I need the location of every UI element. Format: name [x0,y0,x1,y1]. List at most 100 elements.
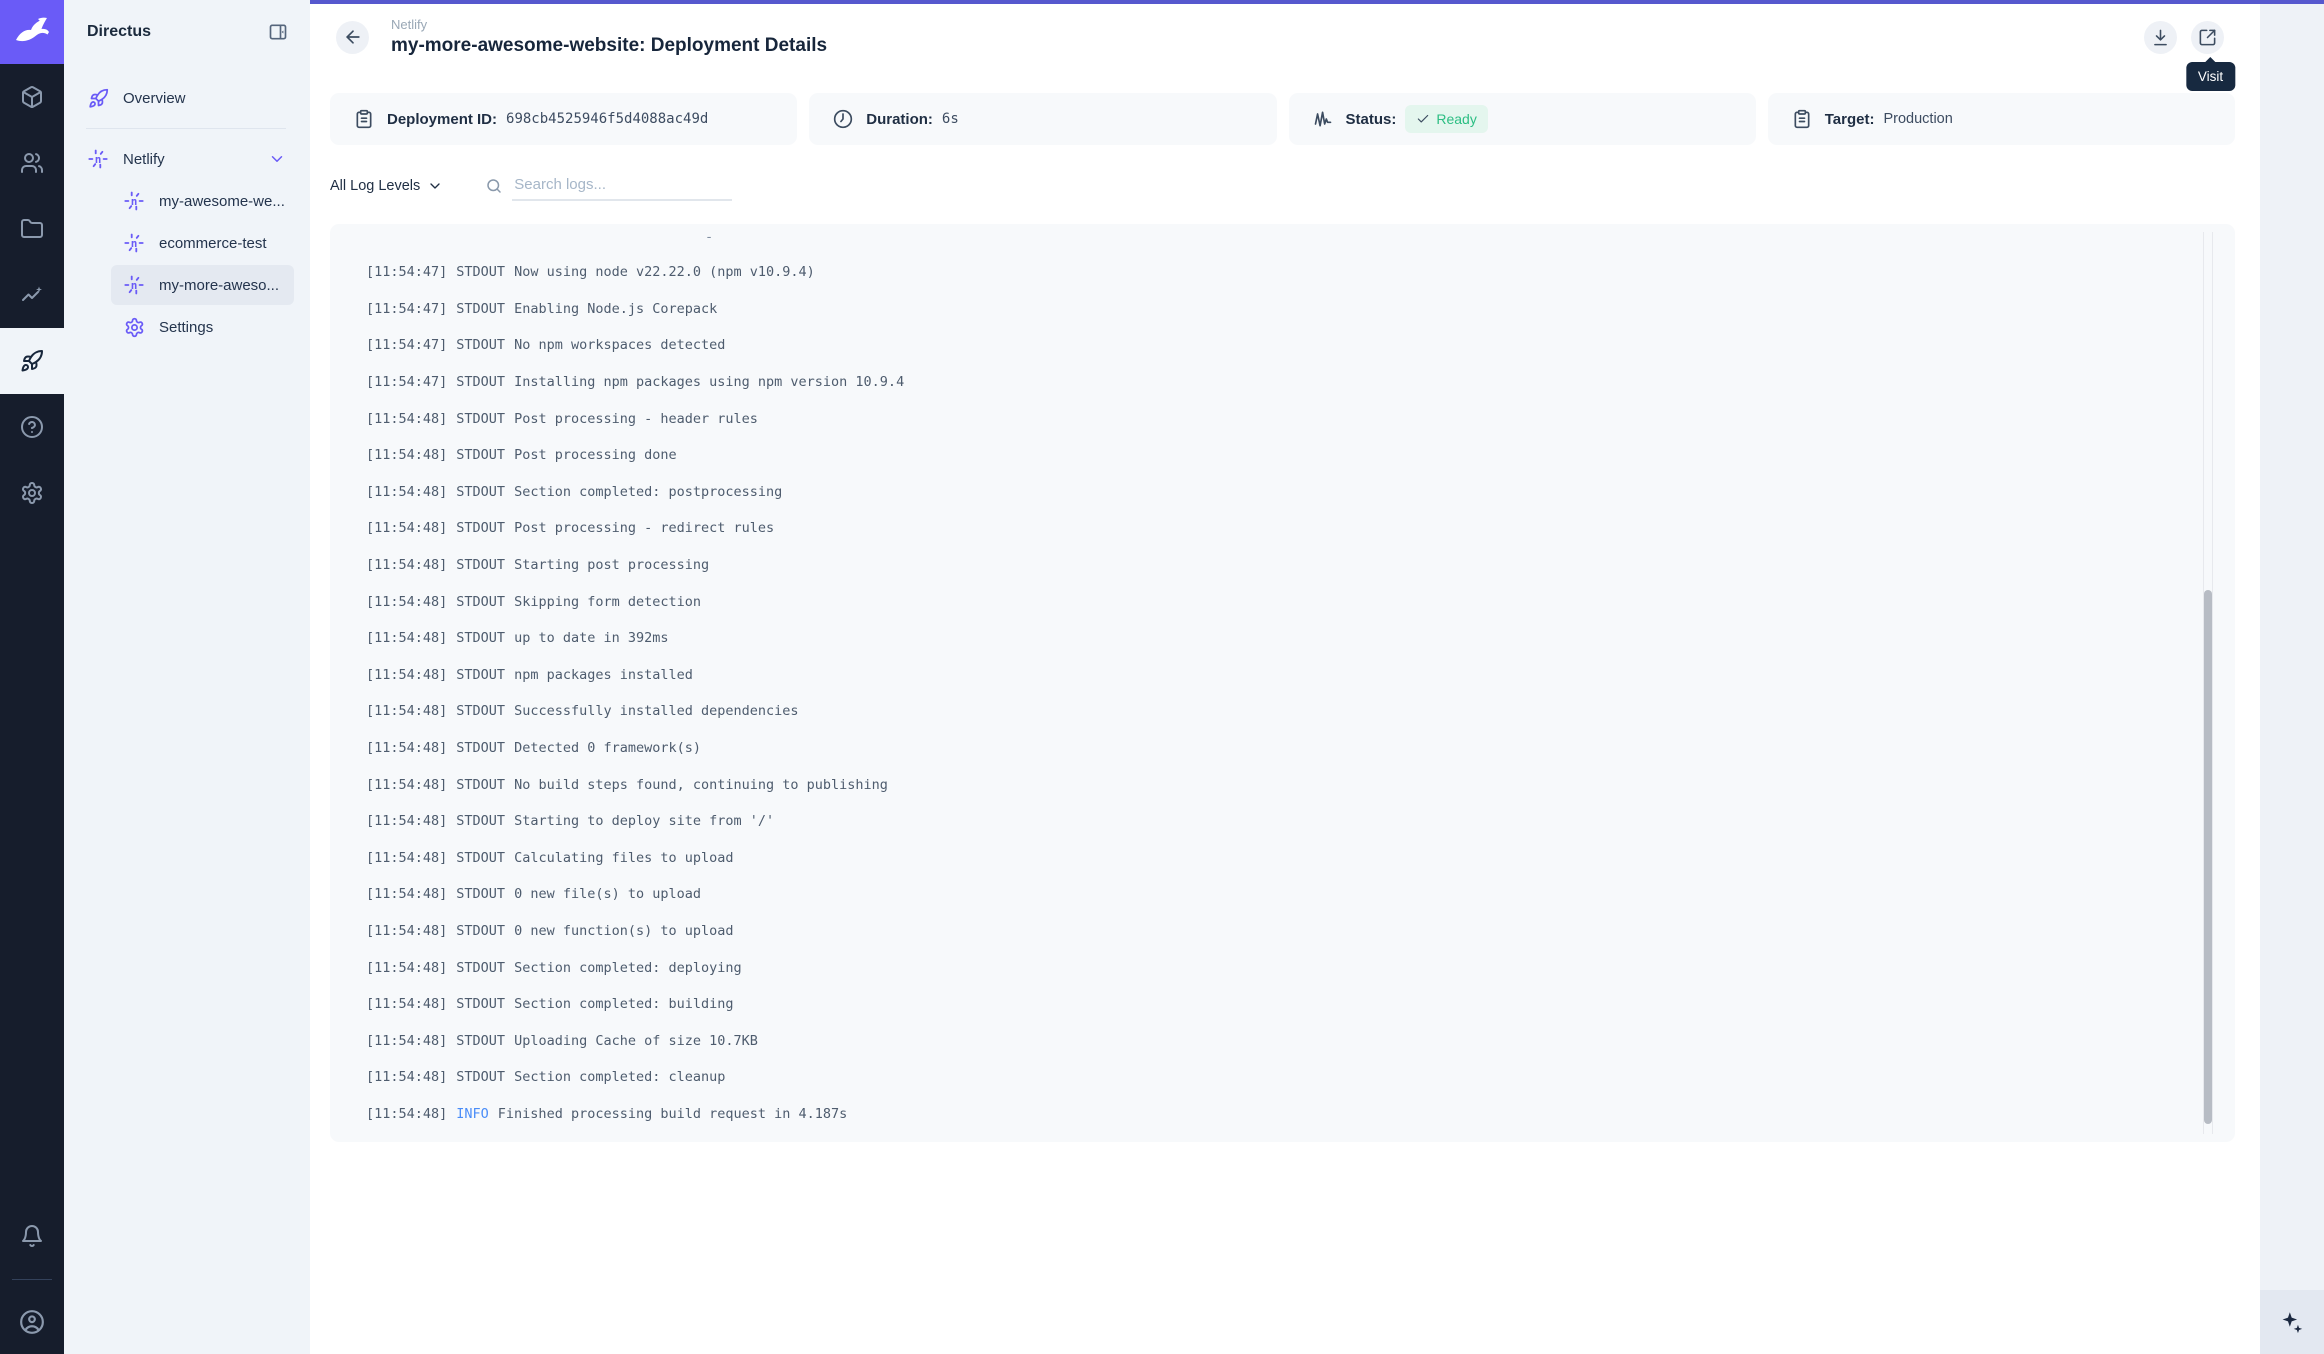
log-line: [11:54:48] STDOUT Uploading Cache of siz… [366,1022,2175,1059]
netlify-site-icon: n [122,189,146,213]
page-title: my-more-awesome-website: Deployment Deta… [391,35,827,57]
rocket-icon [20,349,44,373]
log-lines: [11:54:47] STDOUT Now using node v22.22.… [366,254,2175,1132]
download-logs-button[interactable] [2144,21,2177,54]
log-search [485,172,732,201]
netlify-site-icon: n [122,231,146,255]
sidebar-item-overview[interactable]: Overview [78,78,294,118]
sidebar-item-ecommerce-test[interactable]: n ecommerce-test [111,223,294,263]
project-title: Directus [87,23,268,41]
ai-assistant-button[interactable] [2260,1290,2324,1354]
log-timestamp: [11:54:48] [366,1033,447,1049]
sidebar-item-my-more-awesome-website[interactable]: n my-more-aweso... [111,265,294,305]
duration-card: Duration: 6s [809,93,1276,145]
log-line: [11:54:48] STDOUT Section completed: pos… [366,474,2175,511]
status-card: Status: Ready [1289,93,1756,145]
download-icon [2151,28,2170,47]
log-line: [11:54:48] STDOUT No build steps found, … [366,766,2175,803]
log-level: STDOUT [456,301,505,317]
module-help[interactable] [0,394,64,460]
card-label: Duration: [866,111,933,128]
netlify-site-icon: n [86,147,110,171]
back-button[interactable] [336,21,369,54]
log-line: [11:54:47] STDOUT Installing npm package… [366,364,2175,401]
module-content[interactable] [0,64,64,130]
log-line: [11:54:47] STDOUT Now using node v22.22.… [366,254,2175,291]
clipboard-icon [354,109,374,129]
notifications-button[interactable] [0,1203,64,1269]
log-level: STDOUT [456,777,505,793]
log-level: STDOUT [456,850,505,866]
log-timestamp: [11:54:48] [366,520,447,536]
log-level: STDOUT [456,484,505,500]
sidebar-item-label: ecommerce-test [159,235,267,252]
card-label: Status: [1346,111,1397,128]
module-files[interactable] [0,196,64,262]
log-level: INFO [456,1106,489,1122]
log-level: STDOUT [456,411,505,427]
visit-site-button[interactable] [2191,21,2224,54]
log-message: up to date in 392ms [514,630,668,646]
log-line: [11:54:48] STDOUT Post processing done [366,437,2175,474]
log-line: [11:54:48] STDOUT Section completed: bui… [366,986,2175,1023]
log-viewer[interactable]: - [11:54:47] STDOUT Now using node v22.2… [330,224,2235,1142]
chevron-down-icon[interactable] [268,150,286,168]
log-level: STDOUT [456,630,505,646]
log-level-filter-label: All Log Levels [330,178,420,194]
log-message: Installing npm packages using npm versio… [514,374,904,390]
log-scrollbar-track[interactable] [2203,232,2213,1134]
module-bar [0,0,64,1354]
log-timestamp: [11:54:47] [366,301,447,317]
log-message: Section completed: postprocessing [514,484,782,500]
rocket-icon [86,86,110,110]
card-label: Target: [1825,111,1875,128]
log-timestamp: [11:54:47] [366,337,447,353]
log-level-filter[interactable]: All Log Levels [330,178,443,194]
clipboard-icon [1792,109,1812,129]
module-settings[interactable] [0,460,64,526]
module-deployments[interactable] [0,328,64,394]
log-timestamp: [11:54:48] [366,777,447,793]
log-line: [11:54:47] STDOUT No npm workspaces dete… [366,327,2175,364]
sidebar-item-netlify[interactable]: n Netlify [78,139,294,179]
account-button[interactable] [0,1290,64,1354]
nav-sidebar: Directus Overview n Netlify n my-awesome… [64,0,310,1354]
module-users[interactable] [0,130,64,196]
netlify-site-icon: n [122,273,146,297]
module-bar-divider [12,1279,52,1280]
log-message: Section completed: building [514,996,733,1012]
target-card: Target: Production [1768,93,2235,145]
log-message: 0 new file(s) to upload [514,886,701,902]
log-timestamp: [11:54:48] [366,960,447,976]
log-level: STDOUT [456,557,505,573]
collapse-sidebar-icon[interactable] [268,22,288,42]
folder-icon [20,217,44,241]
log-level: STDOUT [456,337,505,353]
log-timestamp: [11:54:48] [366,740,447,756]
sidebar-item-label: Netlify [123,151,165,168]
log-message: Post processing - redirect rules [514,520,774,536]
visit-tooltip: Visit [2186,62,2235,91]
log-line: [11:54:48] STDOUT 0 new file(s) to uploa… [366,876,2175,913]
directus-logo[interactable] [0,0,64,64]
chevron-down-icon [427,178,443,194]
help-circle-icon [20,415,44,439]
log-scrollbar-thumb[interactable] [2204,590,2212,1124]
sidebar-item-settings[interactable]: Settings [111,307,294,347]
log-message: No build steps found, continuing to publ… [514,777,888,793]
log-timestamp: [11:54:48] [366,447,447,463]
clipped-log-line-fragment: - [705,235,713,244]
log-filter-row: All Log Levels [330,170,2235,202]
arrow-left-icon [343,27,363,47]
duration-value: 6s [942,111,959,127]
log-line: [11:54:48] STDOUT up to date in 392ms [366,620,2175,657]
module-insights[interactable] [0,262,64,328]
log-line: [11:54:48] STDOUT 0 new function(s) to u… [366,913,2175,950]
sidebar-item-my-awesome-website[interactable]: n my-awesome-we... [111,181,294,221]
log-level: STDOUT [456,1069,505,1085]
page-header: Netlify my-more-awesome-website: Deploym… [330,0,2235,66]
search-logs-input[interactable] [512,172,732,201]
log-line: [11:54:48] STDOUT Successfully installed… [366,693,2175,730]
clock-icon [833,109,853,129]
log-message: Post processing done [514,447,677,463]
